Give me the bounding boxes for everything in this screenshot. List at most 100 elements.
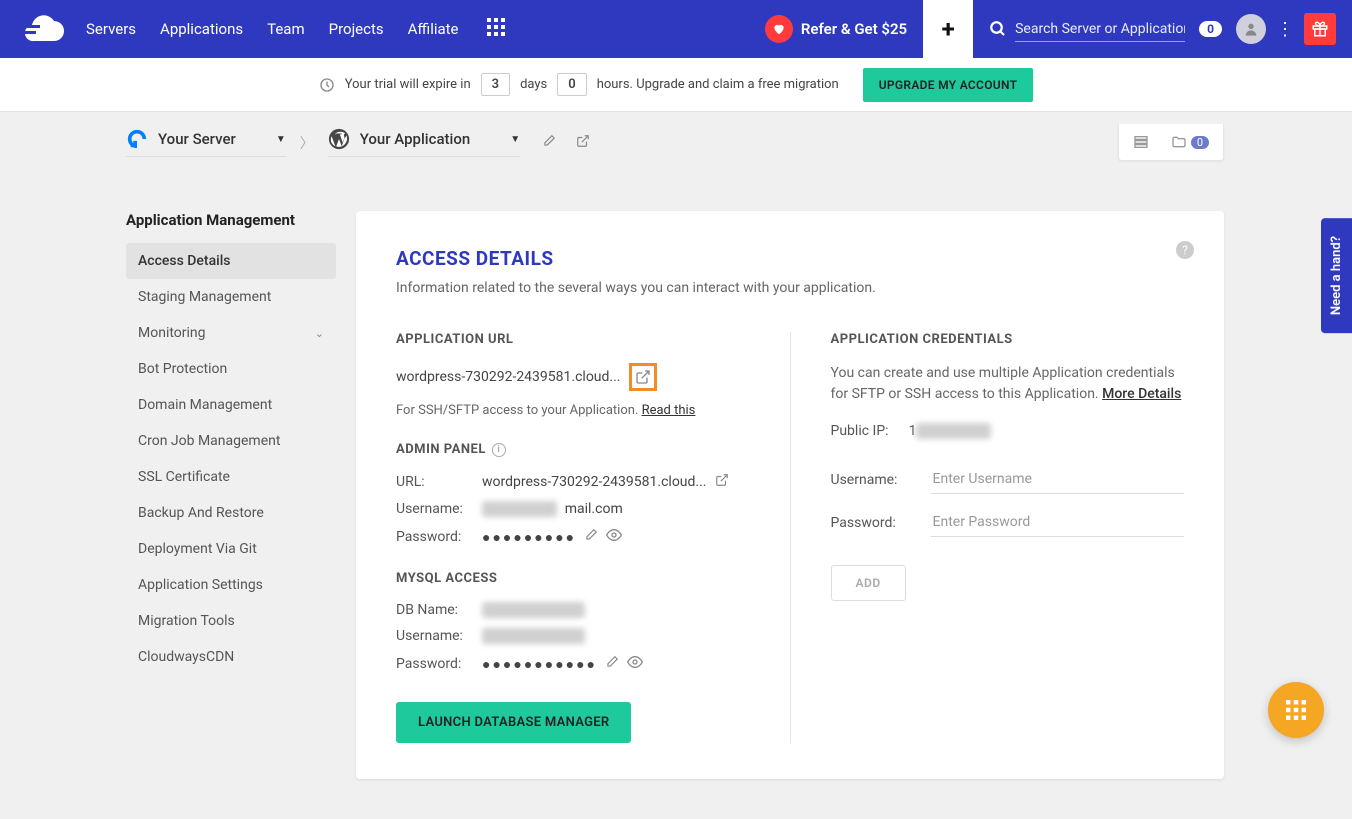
- sidebar-item-label: Cron Job Management: [138, 433, 280, 449]
- folder-count[interactable]: 0: [1171, 134, 1209, 150]
- need-a-hand-tab[interactable]: Need a hand?: [1321, 218, 1352, 333]
- admin-url-value: wordpress-730292-2439581.cloud...: [482, 474, 707, 490]
- caret-down-icon: ▼: [510, 134, 520, 145]
- info-icon[interactable]: i: [492, 443, 506, 457]
- ssh-hint: For SSH/SFTP access to your Application.…: [396, 403, 750, 418]
- refer-button[interactable]: Refer & Get $25: [765, 15, 907, 43]
- sidebar-item-monitoring[interactable]: Monitoring⌄: [126, 315, 336, 351]
- admin-user-redacted: xxxxx: [482, 501, 557, 517]
- search-input[interactable]: [1015, 17, 1185, 42]
- sidebar-item-deployment-via-git[interactable]: Deployment Via Git: [126, 531, 336, 567]
- sidebar-item-application-settings[interactable]: Application Settings: [126, 567, 336, 603]
- folder-count-badge: 0: [1191, 136, 1209, 149]
- cred-password-input[interactable]: [931, 508, 1185, 537]
- breadcrumb: Your Server ▼ 〉 Your Application ▼ 0: [0, 112, 1352, 173]
- sidebar-item-access-details[interactable]: Access Details: [126, 243, 336, 279]
- caret-down-icon: ▼: [276, 134, 286, 145]
- open-app-url-button[interactable]: [629, 363, 657, 391]
- cred-pass-label: Password:: [831, 515, 931, 531]
- sidebar-title: Application Management: [126, 211, 336, 229]
- help-icon[interactable]: ?: [1176, 241, 1194, 259]
- cred-username-input[interactable]: [931, 465, 1185, 494]
- sidebar-item-domain-management[interactable]: Domain Management: [126, 387, 336, 423]
- heart-icon: [765, 15, 793, 43]
- mysql-pass-label: Password:: [396, 656, 482, 672]
- edit-icon[interactable]: [542, 134, 556, 152]
- sidebar-item-label: Staging Management: [138, 289, 271, 305]
- launch-db-manager-button[interactable]: LAUNCH DATABASE MANAGER: [396, 702, 631, 743]
- kebab-menu-icon[interactable]: ⋮: [1276, 19, 1294, 40]
- nav-team[interactable]: Team: [267, 20, 305, 38]
- apps-grid-icon[interactable]: [487, 18, 505, 40]
- admin-url-label: URL:: [396, 474, 482, 490]
- content-panel: ? ACCESS DETAILS Information related to …: [356, 211, 1224, 779]
- breadcrumb-app-label: Your Application: [360, 130, 471, 148]
- fab-button[interactable]: [1268, 682, 1324, 738]
- sidebar-item-bot-protection[interactable]: Bot Protection: [126, 351, 336, 387]
- admin-pass-dots: ●●●●●●●●●: [482, 529, 576, 546]
- sidebar-item-cron-job-management[interactable]: Cron Job Management: [126, 423, 336, 459]
- eye-icon[interactable]: [606, 527, 622, 547]
- external-link-icon: [635, 369, 651, 385]
- cred-user-label: Username:: [831, 472, 931, 488]
- sidebar-item-ssl-certificate[interactable]: SSL Certificate: [126, 459, 336, 495]
- eye-icon[interactable]: [627, 654, 643, 674]
- page-title: ACCESS DETAILS: [396, 247, 1184, 270]
- breadcrumb-server-label: Your Server: [158, 130, 236, 148]
- trial-hours-num: 0: [557, 73, 586, 96]
- nav-servers[interactable]: Servers: [86, 20, 136, 38]
- public-ip-label: Public IP:: [831, 423, 889, 439]
- edit-icon[interactable]: [605, 655, 619, 673]
- chevron-down-icon: ⌄: [315, 327, 324, 340]
- app-creds-desc: You can create and use multiple Applicat…: [831, 363, 1185, 405]
- sidebar-item-staging-management[interactable]: Staging Management: [126, 279, 336, 315]
- admin-user-label: Username:: [396, 501, 482, 517]
- mysql-db-redacted: xxxxxxxxx: [482, 602, 585, 618]
- admin-user-suffix: mail.com: [565, 501, 623, 517]
- mysql-db-label: DB Name:: [396, 602, 482, 618]
- search-icon: [989, 20, 1007, 38]
- external-link-icon[interactable]: [715, 473, 729, 491]
- sidebar-item-backup-and-restore[interactable]: Backup And Restore: [126, 495, 336, 531]
- nav-projects[interactable]: Projects: [329, 20, 384, 38]
- read-this-link[interactable]: Read this: [642, 403, 696, 418]
- sidebar-item-label: SSL Certificate: [138, 469, 230, 485]
- page-subtitle: Information related to the several ways …: [396, 280, 1184, 296]
- main-nav: Servers Applications Team Projects Affil…: [86, 20, 459, 38]
- edit-icon[interactable]: [584, 528, 598, 546]
- sidebar-item-label: Migration Tools: [138, 613, 235, 629]
- nav-affiliate[interactable]: Affiliate: [408, 20, 459, 38]
- external-link-icon[interactable]: [576, 134, 590, 152]
- sidebar-item-label: Backup And Restore: [138, 505, 264, 521]
- refer-label: Refer & Get $25: [801, 20, 907, 38]
- mysql-pass-dots: ●●●●●●●●●●●: [482, 656, 597, 673]
- user-avatar[interactable]: [1236, 14, 1266, 44]
- sidebar-item-cloudwayscdn[interactable]: CloudwaysCDN: [126, 639, 336, 675]
- top-header: Servers Applications Team Projects Affil…: [0, 0, 1352, 58]
- add-button[interactable]: +: [923, 0, 973, 58]
- add-credential-button[interactable]: ADD: [831, 565, 906, 601]
- sidebar-item-label: Deployment Via Git: [138, 541, 257, 557]
- list-view-icon[interactable]: [1133, 134, 1149, 150]
- upgrade-button[interactable]: UPGRADE MY ACCOUNT: [863, 68, 1034, 102]
- app-url-value: wordpress-730292-2439581.cloud...: [396, 369, 621, 385]
- clock-icon: [319, 77, 335, 93]
- sidebar-item-label: Domain Management: [138, 397, 272, 413]
- sidebar-item-migration-tools[interactable]: Migration Tools: [126, 603, 336, 639]
- admin-panel-label: ADMIN PANEL i: [396, 442, 750, 457]
- breadcrumb-app[interactable]: Your Application ▼: [328, 128, 520, 157]
- more-details-link[interactable]: More Details: [1102, 386, 1181, 402]
- digitalocean-icon: [126, 128, 148, 150]
- brand-logo[interactable]: [16, 15, 66, 43]
- wordpress-icon: [328, 128, 350, 150]
- search-wrap: 0: [989, 17, 1222, 42]
- nav-applications[interactable]: Applications: [160, 20, 243, 38]
- right-column: APPLICATION CREDENTIALS You can create a…: [831, 332, 1185, 743]
- gift-icon[interactable]: [1304, 13, 1336, 45]
- chevron-right-icon: 〉: [300, 133, 314, 153]
- breadcrumb-server[interactable]: Your Server ▼: [126, 128, 286, 157]
- app-url-label: APPLICATION URL: [396, 332, 750, 347]
- admin-pass-label: Password:: [396, 529, 482, 545]
- grid-icon: [1286, 700, 1306, 720]
- sidebar-item-label: Access Details: [138, 253, 230, 269]
